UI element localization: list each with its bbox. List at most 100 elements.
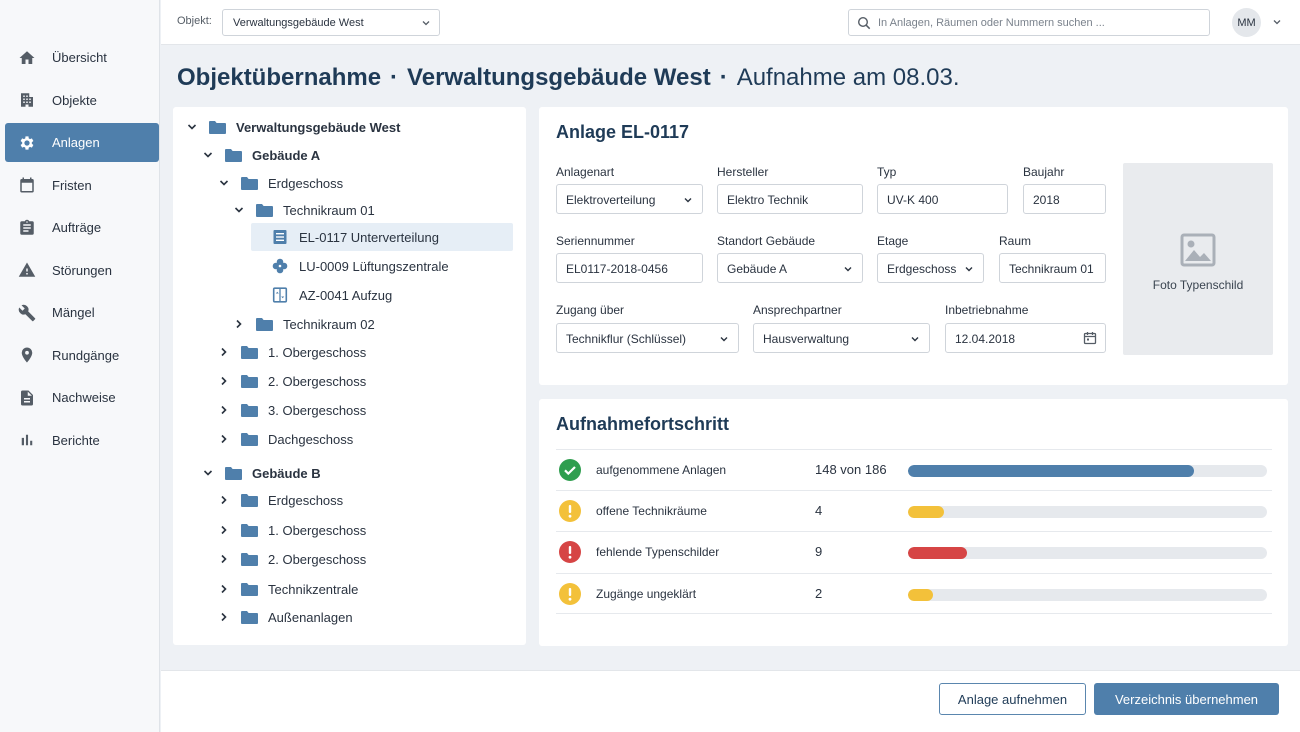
sidebar-item-label: Aufträge (52, 220, 102, 235)
zugang-select[interactable]: Technikflur (Schlüssel) (556, 323, 739, 353)
sidebar-item-label: Übersicht (52, 50, 107, 65)
tree-node-technikraum-02[interactable]: Technikraum 02 (232, 311, 375, 337)
progress-bar (908, 465, 1267, 477)
chevron-right-icon[interactable] (217, 432, 231, 446)
inbetriebnahme-date-field[interactable]: 12.04.2018 (945, 323, 1106, 353)
chevron-right-icon[interactable] (217, 493, 231, 507)
chevron-down-icon[interactable] (1272, 17, 1282, 27)
chevron-right-icon[interactable] (217, 374, 231, 388)
search-input[interactable] (878, 15, 1198, 31)
sidebar-item-berichte[interactable]: Berichte (5, 421, 159, 460)
field-value: Elektroverteilung (566, 193, 656, 207)
tree-node-erdgeschoss[interactable]: Erdgeschoss (217, 170, 343, 196)
tree-node-dachgeschoss[interactable]: Dachgeschoss (217, 426, 353, 452)
bar-chart-icon (18, 431, 36, 449)
anlagenart-select[interactable]: Elektroverteilung (556, 184, 703, 214)
chevron-down-icon[interactable] (217, 176, 231, 190)
page-title: Objektübernahme · Verwaltungsgebäude West ·… (177, 64, 960, 92)
chevron-right-icon[interactable] (217, 552, 231, 566)
raum-field[interactable]: Technikraum 01 (999, 253, 1106, 283)
sidebar-item-objekte[interactable]: Objekte (5, 81, 159, 120)
tree-node-label: Erdgeschoss (268, 175, 344, 191)
object-select[interactable]: Verwaltungsgebäude West (222, 9, 440, 36)
sidebar-item-nachweise[interactable]: Nachweise (5, 378, 159, 417)
chevron-right-icon[interactable] (217, 610, 231, 624)
chevron-right-icon[interactable] (217, 582, 231, 596)
title-separator: · (719, 64, 728, 91)
chevron-down-icon[interactable] (232, 203, 246, 217)
chevron-right-icon[interactable] (217, 403, 231, 417)
tree-node-1-og-a[interactable]: 1. Obergeschoss (217, 339, 366, 365)
field-label: Seriennummer (556, 234, 635, 248)
tree-node-gebaeude-a[interactable]: Gebäude A (201, 142, 320, 168)
progress-bar (908, 589, 1267, 601)
location-pin-icon (18, 346, 36, 364)
calendar-icon[interactable] (1083, 331, 1097, 345)
etage-select[interactable]: Erdgeschoss (877, 253, 984, 283)
seriennummer-field[interactable]: EL0117-2018-0456 (556, 253, 703, 283)
folder-icon (241, 176, 258, 190)
page-title-main: Objektübernahme (177, 64, 382, 91)
tree-node-aussenanlagen[interactable]: Außenanlagen (217, 604, 353, 630)
folder-icon (241, 432, 258, 446)
anlage-aufnehmen-button[interactable]: Anlage aufnehmen (939, 683, 1086, 715)
avatar[interactable]: MM (1232, 8, 1261, 37)
nameplate-photo[interactable]: Foto Typenschild (1123, 163, 1273, 355)
chevron-down-icon (719, 334, 729, 344)
verzeichnis-uebernehmen-button[interactable]: Verzeichnis übernehmen (1094, 683, 1279, 715)
chevron-down-icon[interactable] (185, 120, 199, 134)
sidebar-item-label: Objekte (52, 92, 97, 108)
field-label: Typ (877, 165, 897, 179)
sidebar-item-uebersicht[interactable]: Übersicht (5, 38, 159, 77)
typ-field[interactable]: UV-K 400 (877, 184, 1008, 214)
chevron-down-icon[interactable] (201, 148, 215, 162)
sidebar-item-rundgaenge[interactable]: Rundgänge (5, 336, 159, 375)
progress-row: Zugänge ungeklärt 2 (556, 573, 1272, 614)
top-bar: Objekt: Verwaltungsgebäude West MM (161, 0, 1300, 45)
ansprechpartner-select[interactable]: Hausverwaltung (753, 323, 930, 353)
tree-node-az-0041[interactable]: AZ-0041 Aufzug (272, 282, 392, 308)
page-title-date: Aufnahme am 08.03. (736, 64, 960, 91)
tree-node-erdgeschoss-b[interactable]: Erdgeschoss (217, 487, 343, 513)
chevron-right-icon[interactable] (217, 523, 231, 537)
folder-icon (241, 403, 258, 417)
field-label: Ansprechpartner (753, 303, 842, 317)
progress-value: 148 von 186 (815, 462, 887, 477)
progress-value: 4 (815, 503, 823, 518)
tree-node-1-og-b[interactable]: 1. Obergeschoss (217, 517, 366, 543)
tree-node-technikzentrale[interactable]: Technikzentrale (217, 576, 358, 602)
standort-select[interactable]: Gebäude A (717, 253, 863, 283)
sidebar-item-anlagen[interactable]: Anlagen (5, 123, 159, 162)
calendar-icon (18, 176, 36, 194)
tree-node-2-og-a[interactable]: 2. Obergeschoss (217, 368, 366, 394)
sidebar-item-maengel[interactable]: Mängel (5, 293, 159, 332)
sidebar-item-stoerungen[interactable]: Störungen (5, 251, 159, 290)
baujahr-field[interactable]: 2018 (1023, 184, 1106, 214)
tree-node-3-og-a[interactable]: 3. Obergeschoss (217, 397, 366, 423)
tree-node-2-og-b[interactable]: 2. Obergeschoss (217, 546, 366, 572)
tree-node-technikraum-01[interactable]: Technikraum 01 (232, 197, 375, 223)
chevron-down-icon (964, 264, 974, 274)
tree-node-verwaltungsgebaeude-west[interactable]: Verwaltungsgebäude West (185, 114, 400, 140)
hersteller-field[interactable]: Elektro Technik (717, 184, 863, 214)
field-value: Elektro Technik (727, 193, 809, 207)
field-label: Baujahr (1023, 165, 1065, 179)
field-label: Etage (877, 234, 909, 248)
warning-circle-icon (559, 583, 581, 605)
sidebar-item-label: Nachweise (52, 390, 116, 405)
tree-node-label: Verwaltungsgebäude West (236, 119, 401, 135)
folder-icon (241, 582, 258, 596)
sidebar-item-auftraege[interactable]: Aufträge (5, 208, 159, 247)
tree-node-gebaeude-b[interactable]: Gebäude B (201, 460, 321, 486)
tree-node-el-0117[interactable]: EL-0117 Unterverteilung (272, 224, 439, 250)
object-select-value: Verwaltungsgebäude West (233, 17, 364, 29)
chevron-down-icon (910, 334, 920, 344)
chevron-right-icon[interactable] (232, 317, 246, 331)
sidebar-item-fristen[interactable]: Fristen (5, 166, 159, 205)
tree-node-lu-0009[interactable]: LU-0009 Lüftungszentrale (272, 253, 449, 279)
tree-node-label: 2. Obergeschoss (268, 373, 367, 389)
chevron-right-icon[interactable] (217, 345, 231, 359)
folder-icon (241, 493, 258, 507)
chevron-down-icon[interactable] (201, 466, 215, 480)
footer-bar: Anlage aufnehmen Verzeichnis übernehmen (161, 670, 1300, 732)
